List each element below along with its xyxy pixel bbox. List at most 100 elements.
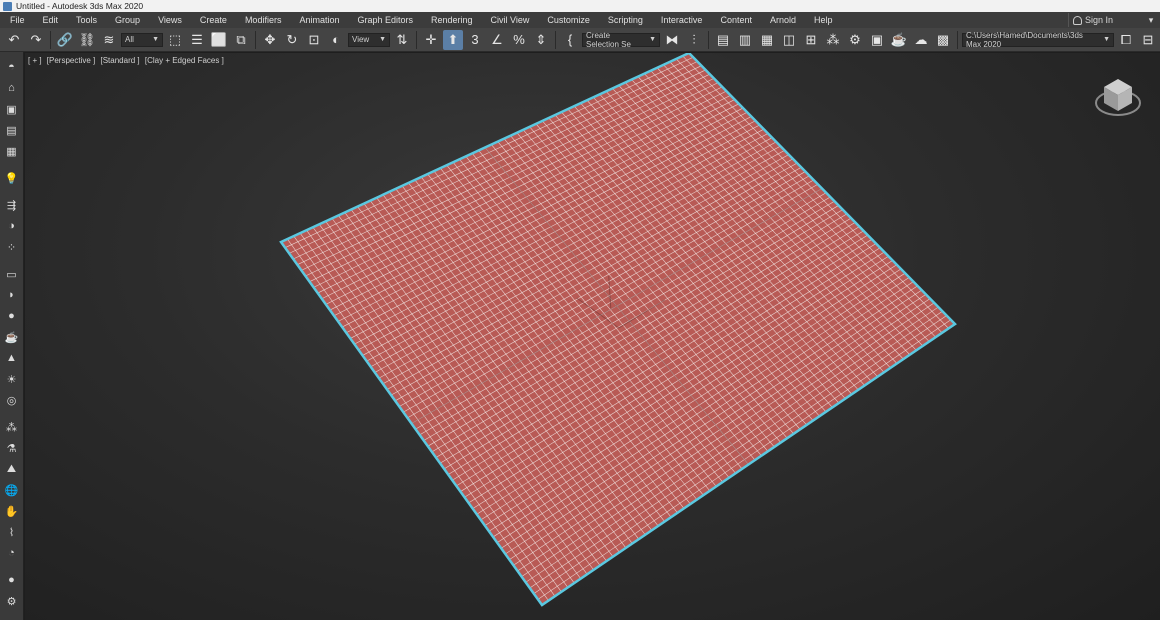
align-icon[interactable]: ⫶ [684,30,704,50]
layer-explorer-icon[interactable]: ▥ [735,30,755,50]
toolbar-divider [957,30,958,49]
spinner-snap-icon[interactable]: ⇕ [531,30,551,50]
undo-icon[interactable]: ↶ [4,30,24,50]
menu-group[interactable]: Group [105,15,148,25]
move-icon[interactable]: ✥ [260,30,280,50]
perspective-viewport[interactable]: [ + ] [Perspective ] [Standard ] [Clay +… [25,53,1160,620]
pivot-center-icon[interactable]: ⇅ [392,30,412,50]
scene-explorer-icon[interactable]: ▤ [713,30,733,50]
menu-modifiers[interactable]: Modifiers [235,15,290,25]
shader-ball-icon[interactable]: ● [3,571,21,589]
menu-animation[interactable]: Animation [289,15,347,25]
settings-icon[interactable]: ⚙ [3,592,21,610]
viewport-label[interactable]: [ + ] [Perspective ] [Standard ] [Clay +… [28,56,227,65]
link-icon[interactable]: 🔗 [55,30,75,50]
viewcube[interactable] [1094,73,1142,121]
redo-icon[interactable]: ↷ [26,30,46,50]
view-icon[interactable]: ◓ [3,58,21,76]
create-icon[interactable]: ⌂ [3,79,21,97]
box-icon[interactable]: ▭ [3,265,21,283]
helpers-icon[interactable]: ◑ [3,217,21,235]
select-by-name-icon[interactable]: ☰ [187,30,207,50]
teapot-icon[interactable]: ☕ [3,328,21,346]
menu-edit[interactable]: Edit [33,15,67,25]
rotate-icon[interactable]: ↻ [282,30,302,50]
menu-interactive[interactable]: Interactive [651,15,711,25]
modify-icon[interactable]: ▣ [3,100,21,118]
sphere-icon[interactable]: ● [3,307,21,325]
workspace-icon[interactable]: ⊟ [1138,30,1158,50]
snaps-toggle-icon[interactable]: 3 [465,30,485,50]
material-icon[interactable]: ⛰ [3,460,21,478]
motion-icon[interactable]: ▦ [3,142,21,160]
light-icon[interactable]: 💡 [3,169,21,187]
project-folder-icon[interactable]: ⧠ [1116,30,1136,50]
layer-icon[interactable]: ◔ [3,544,21,562]
placement-icon[interactable]: ◐ [326,30,346,50]
particles-icon[interactable]: ⁘ [3,238,21,256]
render-setup-icon[interactable]: ⚙ [845,30,865,50]
manipulate-icon[interactable]: ✛ [421,30,441,50]
torus-icon[interactable]: ◎ [3,391,21,409]
menu-graph-editors[interactable]: Graph Editors [347,15,421,25]
a360-gallery-icon[interactable]: ▩ [933,30,953,50]
edit-named-selection-icon[interactable]: { [560,30,580,50]
globe-icon[interactable]: 🌐 [3,481,21,499]
menu-help[interactable]: Help [804,15,841,25]
menu-scripting[interactable]: Scripting [598,15,651,25]
schematic-view-icon[interactable]: ⊞ [801,30,821,50]
render-in-cloud-icon[interactable]: ☁ [911,30,931,50]
tool-icon[interactable]: ⚗ [3,439,21,457]
named-selection-value: Create Selection Se [586,30,631,49]
window-title: Untitled - Autodesk 3ds Max 2020 [16,1,144,11]
plane-object[interactable] [281,53,955,605]
sign-in-label: Sign In [1085,15,1114,25]
rendered-frame-window-icon[interactable]: ▣ [867,30,887,50]
menu-expander-button[interactable]: ▾ [1142,12,1160,28]
render-production-icon[interactable]: ☕ [889,30,909,50]
material-editor-icon[interactable]: ⁂ [823,30,843,50]
unlink-icon[interactable]: ⛓ [77,30,97,50]
percent-snap-icon[interactable]: % [509,30,529,50]
menu-create[interactable]: Create [190,15,235,25]
sun-icon[interactable]: ☀ [3,370,21,388]
app-logo-icon [3,1,12,11]
viewport-menu-label[interactable]: [ + ] [28,56,42,65]
reference-coordinate-dropdown[interactable]: View ▼ [348,32,390,47]
paint-icon[interactable]: ⁂ [3,418,21,436]
scene-canvas[interactable] [25,53,1160,620]
menu-arnold[interactable]: Arnold [760,15,804,25]
viewport-style-label[interactable]: [Clay + Edged Faces ] [145,56,224,65]
select-object-icon[interactable]: ⬚ [165,30,185,50]
rectangle-selection-icon[interactable]: ⬜ [209,30,229,50]
window-crossing-icon[interactable]: ⧉ [231,30,251,50]
selection-filter-dropdown[interactable]: All ▼ [121,32,163,47]
menu-content[interactable]: Content [710,15,760,25]
angle-snap-icon[interactable]: ∠ [487,30,507,50]
mirror-icon[interactable]: ⧓ [662,30,682,50]
menu-file[interactable]: File [0,15,33,25]
render-icon[interactable]: ⌇ [3,523,21,541]
scale-icon[interactable]: ⊡ [304,30,324,50]
viewport-view-label[interactable]: [Perspective ] [47,56,95,65]
geosphere-icon[interactable]: ◗ [3,286,21,304]
menu-civil-view[interactable]: Civil View [481,15,538,25]
cone-icon[interactable]: ▲ [3,349,21,367]
keyboard-shortcut-override-icon[interactable]: ⬆ [443,29,463,50]
menu-views[interactable]: Views [148,15,190,25]
named-selection-dropdown[interactable]: Create Selection Se ▼ [582,30,660,49]
hierarchy-icon[interactable]: ▤ [3,121,21,139]
selection-filter-value: All [125,35,134,44]
camera-icon[interactable]: ⇶ [3,196,21,214]
bind-spacewarp-icon[interactable]: ≋ [99,30,119,50]
sign-in-button[interactable]: Sign In [1068,13,1140,27]
hand-icon[interactable]: ✋ [3,502,21,520]
toggle-ribbon-icon[interactable]: ▦ [757,30,777,50]
menu-rendering[interactable]: Rendering [421,15,481,25]
menu-tools[interactable]: Tools [66,15,105,25]
viewport-shading-label[interactable]: [Standard ] [101,56,140,65]
menu-customize[interactable]: Customize [537,15,598,25]
main-toolbar: ↶ ↷ 🔗 ⛓ ≋ All ▼ ⬚ ☰ ⬜ ⧉ ✥ ↻ ⊡ ◐ View ▼ ⇅ ✛… [0,28,1160,52]
curve-editor-icon[interactable]: ◫ [779,30,799,50]
project-folder-dropdown[interactable]: C:\Users\Hamed\Documents\3ds Max 2020 ▼ [962,31,1114,49]
